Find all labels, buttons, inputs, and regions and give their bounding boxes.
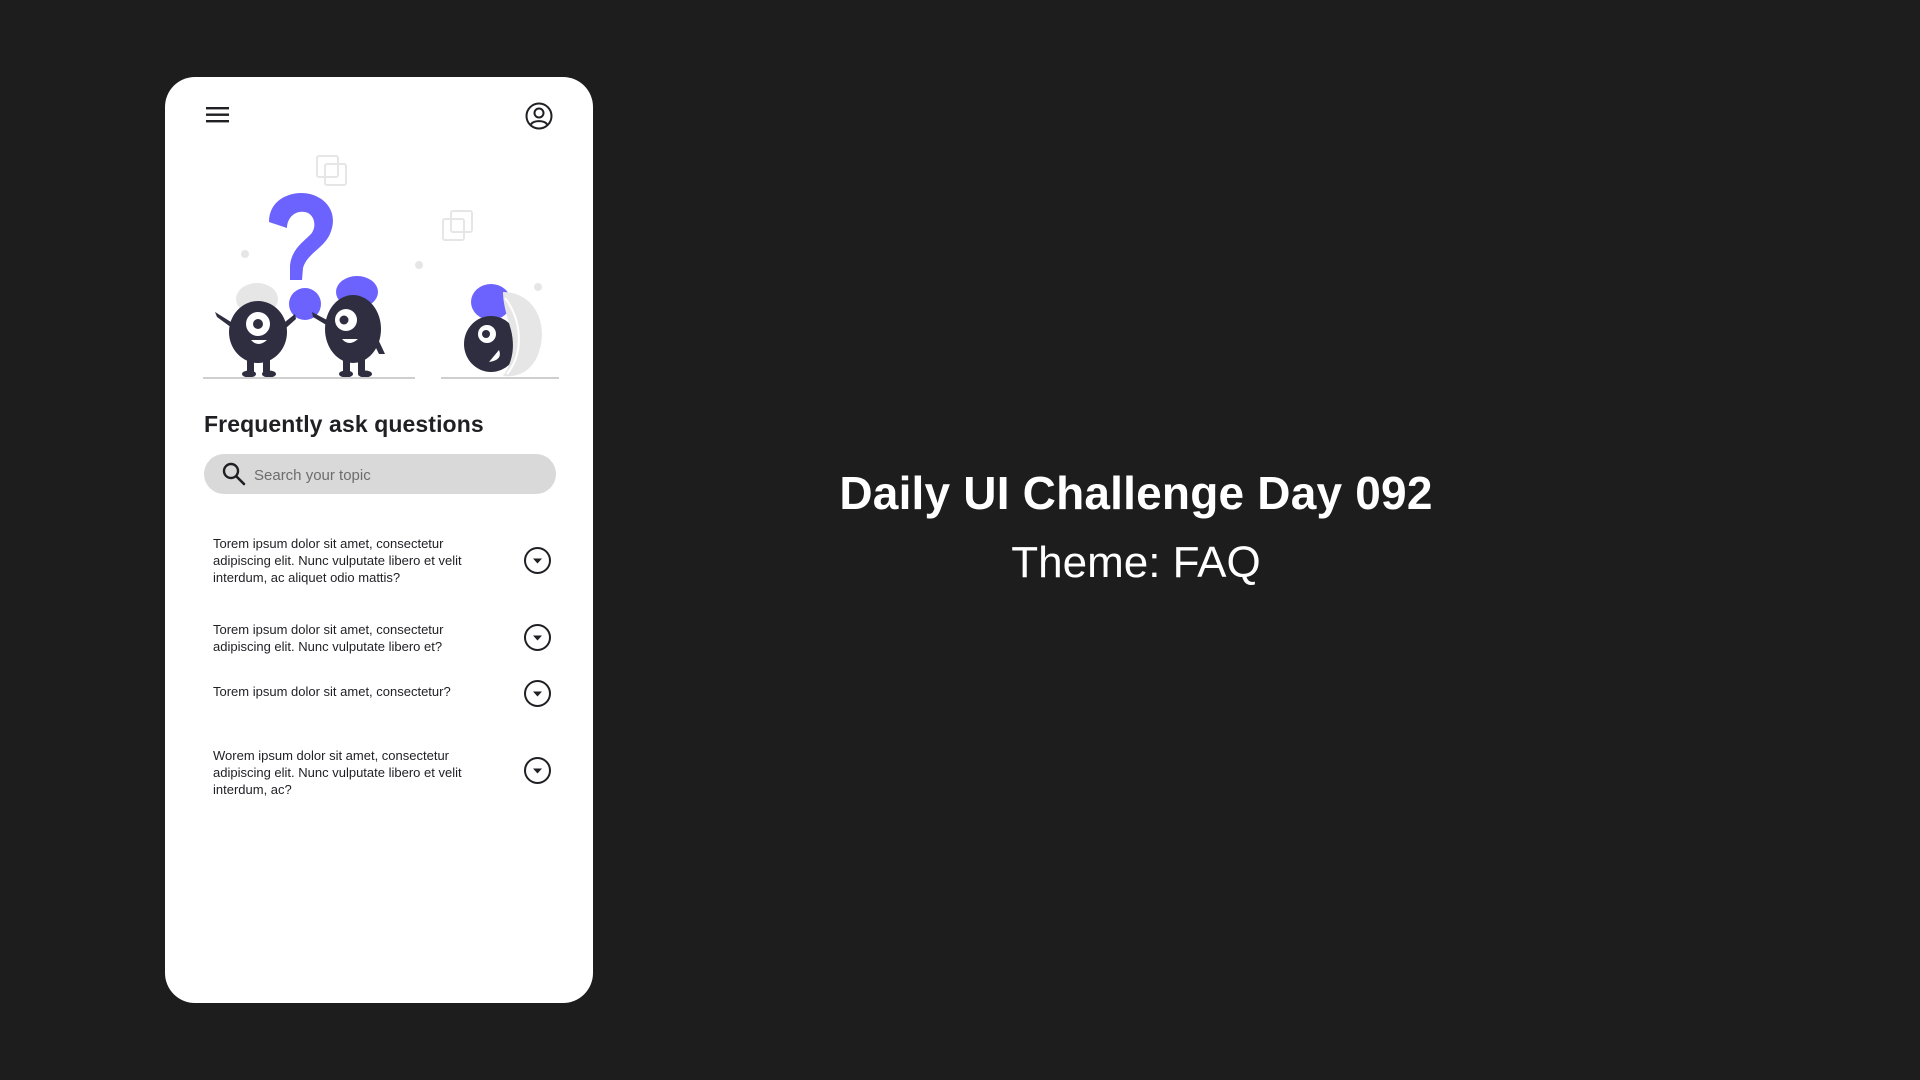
faq-question: Worem ipsum dolor sit amet, consectetur … [213, 748, 462, 797]
character-middle [312, 276, 385, 378]
menu-button[interactable] [205, 105, 231, 125]
search-bar[interactable] [204, 454, 556, 496]
profile-button[interactable] [525, 102, 553, 130]
faq-item[interactable]: Torem ipsum dolor sit amet, consectetur … [213, 531, 558, 591]
chevron-down-circle-icon[interactable] [523, 546, 552, 575]
page-title: Frequently ask questions [204, 411, 484, 437]
user-circle-icon [525, 102, 553, 130]
presentation-title: Daily UI Challenge Day 092 [839, 467, 1433, 519]
presentation-theme: Theme: FAQ [1011, 538, 1261, 587]
character-right [464, 284, 542, 377]
chevron-down-circle-icon[interactable] [523, 623, 552, 652]
hamburger-menu-icon [206, 107, 229, 123]
canvas: Frequently ask questions Torem ipsum dol… [0, 0, 1920, 1080]
faq-item[interactable]: Worem ipsum dolor sit amet, consectetur … [213, 747, 558, 807]
decorative-square-right [442, 210, 473, 241]
character-left [215, 283, 296, 378]
phone-screen: Frequently ask questions Torem ipsum dol… [165, 77, 593, 1003]
search-input[interactable] [252, 454, 546, 496]
faq-question: Torem ipsum dolor sit amet, consectetur … [213, 622, 444, 654]
question-mark-shape [269, 192, 333, 280]
faq-item[interactable]: Torem ipsum dolor sit amet, consectetur? [213, 677, 558, 717]
chevron-down-circle-icon[interactable] [523, 679, 552, 708]
presentation-title-block: Daily UI Challenge Day 092 Theme: FAQ [700, 462, 1572, 594]
faq-question: Torem ipsum dolor sit amet, consectetur? [213, 684, 451, 699]
faq-item[interactable]: Torem ipsum dolor sit amet, consectetur … [213, 617, 558, 661]
chevron-down-circle-icon[interactable] [523, 756, 552, 785]
search-icon [222, 462, 246, 486]
faq-question: Torem ipsum dolor sit amet, consectetur … [213, 536, 462, 585]
decorative-square-top [316, 155, 347, 186]
faq-illustration [203, 155, 559, 379]
